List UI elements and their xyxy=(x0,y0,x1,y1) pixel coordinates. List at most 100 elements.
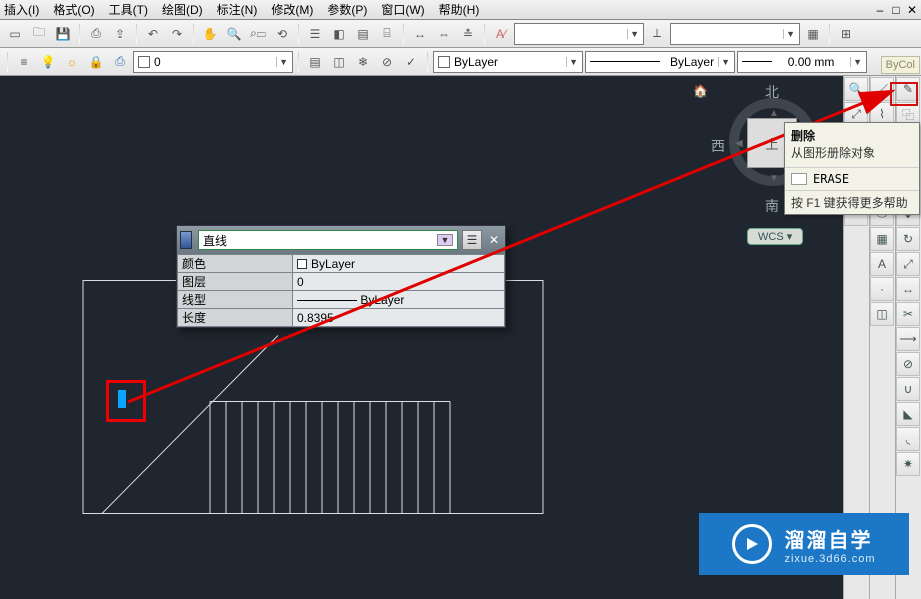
table-style-icon[interactable]: ▦ xyxy=(802,23,824,45)
chamfer-icon[interactable]: ◣ xyxy=(896,402,920,426)
tooltip-title: 删除 xyxy=(785,123,919,144)
zoom-window-icon[interactable]: ⌕▭ xyxy=(247,23,269,45)
eraser-icon xyxy=(791,173,807,185)
point-icon[interactable]: · xyxy=(870,277,894,301)
dim-icon[interactable]: ⇔ xyxy=(433,23,455,45)
zoom-realtime-icon[interactable]: 🔍 xyxy=(223,23,245,45)
text-style-dropdown[interactable]: ▼ xyxy=(514,23,644,45)
explode-icon[interactable]: ✷ xyxy=(896,452,920,476)
quick-properties-panel[interactable]: 直线 ▼ ☰ ✕ 颜色 ByLayer 图层 0 线型 ByLayer 长度 0… xyxy=(176,225,506,328)
hatch-icon[interactable]: ▦ xyxy=(870,227,894,251)
print-icon[interactable]: ⎙ xyxy=(85,23,107,45)
close-window-icon[interactable]: ✕ xyxy=(905,3,919,17)
table-row: 长度 0.8395 xyxy=(178,309,505,327)
object-type-combo[interactable]: 直线 ▼ xyxy=(198,230,458,250)
layer-props-icon[interactable]: ≡ xyxy=(13,51,35,73)
close-icon[interactable]: ✕ xyxy=(486,232,502,248)
prop-key-color: 颜色 xyxy=(178,255,293,273)
dim-style-icon[interactable]: ⟂ xyxy=(646,23,668,45)
zoom-window-icon[interactable]: 🔍 xyxy=(844,77,868,101)
tool-palettes-icon[interactable]: ▤ xyxy=(352,23,374,45)
pan-icon[interactable]: ✋ xyxy=(199,23,221,45)
wcs-menu[interactable]: WCS ▾ xyxy=(747,228,803,245)
properties-icon[interactable]: ☰ xyxy=(304,23,326,45)
menu-params[interactable]: 参数(P) xyxy=(327,1,367,18)
fillet-icon[interactable]: ◟ xyxy=(896,427,920,451)
sun-icon[interactable]: ☼ xyxy=(61,51,83,73)
layer-color-swatch xyxy=(138,56,150,68)
restore-icon[interactable]: □ xyxy=(889,3,903,17)
break-icon[interactable]: ⊘ xyxy=(896,352,920,376)
zoom-previous-icon[interactable]: ⟲ xyxy=(271,23,293,45)
minimize-icon[interactable]: – xyxy=(873,3,887,17)
layer-dropdown[interactable]: 0 ▼ xyxy=(133,51,293,73)
menu-bar: 插入(I) 格式(O) 工具(T) 绘图(D) 标注(N) 修改(M) 参数(P… xyxy=(0,0,921,20)
prop-key-layer: 图层 xyxy=(178,273,293,291)
layer-iso-icon[interactable]: ◫ xyxy=(328,51,350,73)
layer-name: 0 xyxy=(154,55,161,69)
lightbulb-icon[interactable]: 💡 xyxy=(37,51,59,73)
sheet-set-icon[interactable]: ⌸ xyxy=(376,23,398,45)
lineweight-dropdown[interactable]: 0.00 mm ▼ xyxy=(737,51,867,73)
prop-val-color[interactable]: ByLayer xyxy=(293,255,505,273)
layer-on-icon[interactable]: ✓ xyxy=(400,51,422,73)
prop-val-length[interactable]: 0.8395 xyxy=(293,309,505,327)
quick-properties-header: 直线 ▼ ☰ ✕ xyxy=(177,226,505,254)
scale-icon[interactable]: ⤢ xyxy=(896,252,920,276)
table-row: 线型 ByLayer xyxy=(178,291,505,309)
home-icon[interactable]: 🏠 xyxy=(693,84,708,98)
text-style-icon[interactable]: A⁄ xyxy=(490,23,512,45)
menu-draw[interactable]: 绘图(D) xyxy=(162,1,203,18)
prop-key-linetype: 线型 xyxy=(178,291,293,309)
lock-icon[interactable]: 🔒 xyxy=(85,51,107,73)
erase-button-highlight xyxy=(890,82,918,106)
mleader-style-icon[interactable]: ⊞ xyxy=(835,23,857,45)
menu-tools[interactable]: 工具(T) xyxy=(109,1,148,18)
dim-continue-icon[interactable]: ↔ xyxy=(409,23,431,45)
tooltip-command: ERASE xyxy=(813,172,849,186)
tri-down-icon[interactable]: ▼ xyxy=(769,173,779,184)
stretch-icon[interactable]: ↔ xyxy=(896,277,920,301)
rotate-icon[interactable]: ↻ xyxy=(896,227,920,251)
layer-freeze-icon[interactable]: ❄ xyxy=(352,51,374,73)
dim-style-dropdown[interactable]: ▼ xyxy=(670,23,800,45)
extend-icon[interactable]: ⟶ xyxy=(896,327,920,351)
undo-icon[interactable]: ↶ xyxy=(142,23,164,45)
plot-icon[interactable]: ⎙ xyxy=(109,51,131,73)
publish-icon[interactable]: ⇪ xyxy=(109,23,131,45)
properties-table: 颜色 ByLayer 图层 0 线型 ByLayer 长度 0.8395 xyxy=(177,254,505,327)
layer-match-icon[interactable]: ▤ xyxy=(304,51,326,73)
menu-format[interactable]: 格式(O) xyxy=(53,1,94,18)
menu-modify[interactable]: 修改(M) xyxy=(271,1,313,18)
text-icon[interactable]: A xyxy=(870,252,894,276)
viewcube-dir-north[interactable]: 北 xyxy=(765,82,779,102)
open-icon[interactable]: 🗀 xyxy=(28,23,50,45)
dim-rot-icon[interactable]: ≛ xyxy=(457,23,479,45)
tri-left-icon[interactable]: ◀ xyxy=(735,138,743,149)
viewcube-dir-west[interactable]: 西 xyxy=(711,136,725,156)
join-icon[interactable]: ∪ xyxy=(896,377,920,401)
design-center-icon[interactable]: ◧ xyxy=(328,23,350,45)
table-row: 图层 0 xyxy=(178,273,505,291)
quick-select-icon[interactable]: ☰ xyxy=(462,230,482,250)
prop-val-linetype[interactable]: ByLayer xyxy=(293,291,505,309)
prop-val-layer[interactable]: 0 xyxy=(293,273,505,291)
save-icon[interactable]: 💾 xyxy=(52,23,74,45)
block-icon[interactable]: ◫ xyxy=(870,302,894,326)
linetype-dropdown[interactable]: ByLayer ▼ xyxy=(585,51,735,73)
viewcube-dir-south[interactable]: 南 xyxy=(765,196,779,216)
color-value: ByLayer xyxy=(454,55,498,69)
chevron-down-icon[interactable]: ▼ xyxy=(437,234,453,246)
menu-window[interactable]: 窗口(W) xyxy=(381,1,424,18)
redo-icon[interactable]: ↷ xyxy=(166,23,188,45)
menu-insert[interactable]: 插入(I) xyxy=(4,1,39,18)
menu-help[interactable]: 帮助(H) xyxy=(439,1,480,18)
layer-off-icon[interactable]: ⊘ xyxy=(376,51,398,73)
menu-annotate[interactable]: 标注(N) xyxy=(217,1,258,18)
line-type-icon xyxy=(180,231,192,249)
watermark-title: 溜溜自学 xyxy=(784,524,875,553)
window-controls: – □ ✕ xyxy=(873,3,921,17)
color-dropdown[interactable]: ByLayer ▼ xyxy=(433,51,583,73)
new-icon[interactable]: ▭ xyxy=(4,23,26,45)
trim-icon[interactable]: ✂ xyxy=(896,302,920,326)
